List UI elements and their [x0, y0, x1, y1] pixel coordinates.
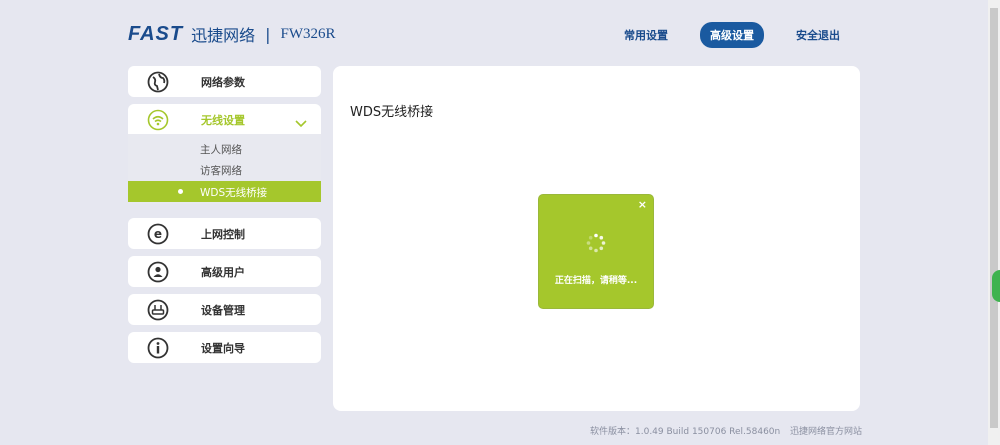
e-icon: e [147, 223, 169, 245]
wifi-icon [147, 109, 169, 131]
page-title: WDS无线桥接 [350, 105, 434, 120]
sidebar-item-network[interactable]: 网络参数 [128, 66, 321, 97]
sidebar-item-internet-control[interactable]: e 上网控制 [128, 218, 321, 249]
nav-logout[interactable]: 安全退出 [786, 22, 850, 48]
sidebar-item-advanced-user[interactable]: 高级用户 [128, 256, 321, 287]
scrollbar[interactable] [988, 0, 1000, 445]
sidebar-item-label: 上网控制 [201, 227, 245, 241]
submenu-guest-network[interactable]: 访客网络 [200, 163, 242, 178]
nav-advanced-settings[interactable]: 高级设置 [700, 22, 764, 48]
logo-separator: | [265, 24, 271, 44]
wireless-submenu: 主人网络 访客网络 WDS无线桥接 [128, 134, 321, 204]
user-icon [147, 261, 169, 283]
sidebar-item-setup-wizard[interactable]: 设置向导 [128, 332, 321, 363]
model-name: FW326R [280, 25, 336, 42]
sidebar-item-label: 网络参数 [201, 75, 245, 89]
submenu-host-network[interactable]: 主人网络 [200, 142, 242, 157]
active-dot [178, 189, 183, 194]
nav-common-settings[interactable]: 常用设置 [614, 22, 678, 48]
globe-icon [147, 71, 169, 93]
content-panel: WDS无线桥接 × 正在扫描，请稍等... [333, 66, 860, 411]
official-site-link[interactable]: 迅捷网络官方网站 [790, 424, 862, 437]
submenu-wds-bridge[interactable]: WDS无线桥接 [128, 181, 321, 202]
scanning-dialog: × 正在扫描，请稍等... [538, 194, 654, 309]
close-icon[interactable]: × [638, 198, 647, 211]
side-widget-tab[interactable] [992, 270, 1000, 302]
brand-name-cn: 迅捷网络 [191, 26, 256, 45]
chevron-down-icon [295, 113, 307, 132]
sidebar-item-label: 无线设置 [201, 113, 245, 127]
svg-text:e: e [154, 227, 162, 241]
submenu-label: WDS无线桥接 [200, 187, 268, 199]
sidebar-item-label: 设置向导 [201, 341, 245, 355]
info-icon [147, 337, 169, 359]
scrollbar-thumb[interactable] [990, 8, 998, 428]
sidebar-item-device-management[interactable]: 设备管理 [128, 294, 321, 325]
sidebar-item-label: 高级用户 [201, 265, 245, 279]
sidebar-item-label: 设备管理 [201, 303, 245, 317]
router-icon [147, 299, 169, 321]
logo: FAST 迅捷网络 | FW326R [128, 22, 336, 46]
loading-spinner-icon [586, 233, 606, 253]
software-version: 软件版本：1.0.49 Build 150706 Rel.58460n [590, 427, 781, 437]
top-nav: 常用设置 高级设置 安全退出 [614, 22, 850, 48]
scanning-message: 正在扫描，请稍等... [554, 276, 638, 286]
brand-logo: FAST [128, 22, 184, 45]
sidebar-item-wireless[interactable]: 无线设置 [128, 104, 321, 135]
